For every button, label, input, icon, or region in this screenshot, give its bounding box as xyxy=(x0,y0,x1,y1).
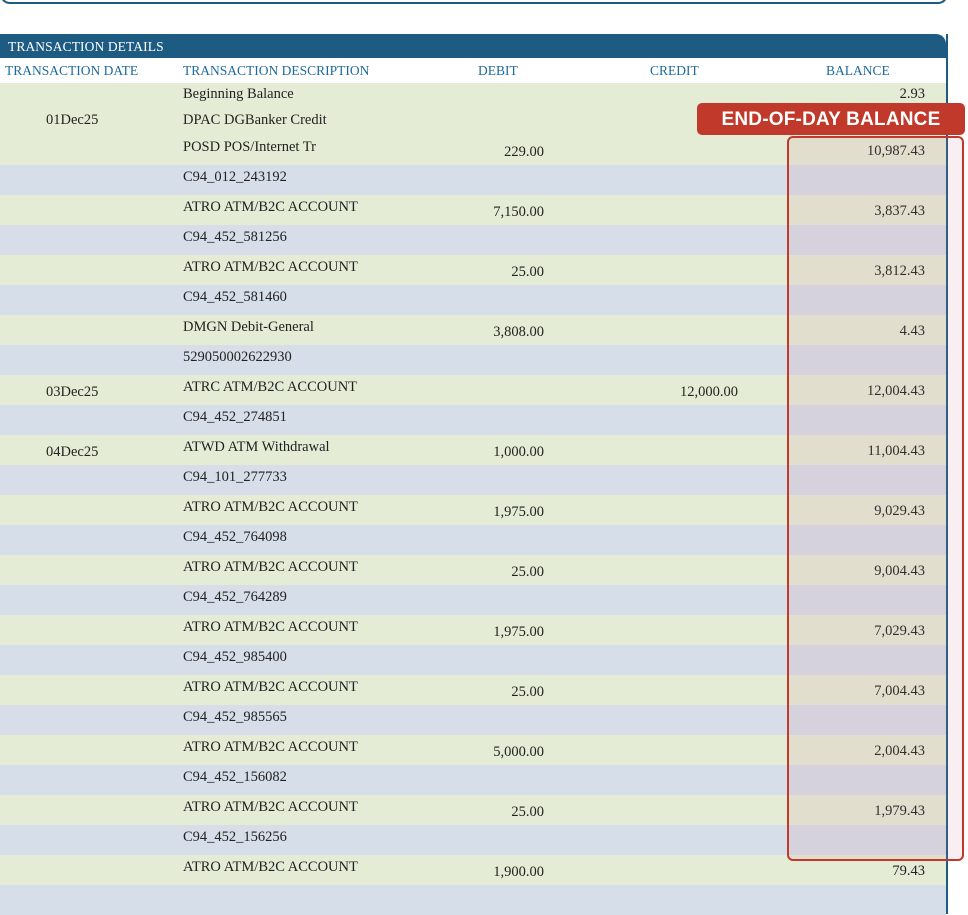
row-date: 01Dec25 xyxy=(46,112,99,128)
row-debit: 1,000.00 xyxy=(493,444,544,460)
row-debit: 25.00 xyxy=(511,264,544,280)
row-debit: 1,975.00 xyxy=(493,504,544,520)
row-description: C94_452_156256 xyxy=(183,829,287,845)
end-of-day-balance-label: END-OF-DAY BALANCE xyxy=(697,103,965,135)
section-title: TRANSACTION DETAILS xyxy=(0,34,946,58)
row-description: DMGN Debit-General xyxy=(183,319,314,335)
row-description: ATRO ATM/B2C ACCOUNT xyxy=(183,199,358,215)
row-description: C94_452_156082 xyxy=(183,769,287,785)
row-debit: 3,808.00 xyxy=(493,324,544,340)
column-header-debit: DEBIT xyxy=(478,63,518,78)
row-date: 04Dec25 xyxy=(46,444,99,460)
column-header-description: TRANSACTION DESCRIPTION xyxy=(183,63,370,78)
row-description: DPAC DGBanker Credit xyxy=(183,112,327,128)
row-description: POSD POS/Internet Tr xyxy=(183,139,316,155)
row-description: C94_452_274851 xyxy=(183,409,287,425)
row-description: Beginning Balance xyxy=(183,86,294,102)
row-description: C94_452_764098 xyxy=(183,529,287,545)
row-description: C94_452_985400 xyxy=(183,649,287,665)
row-description: 529050002622930 xyxy=(183,349,292,365)
row-balance: 79.43 xyxy=(892,863,925,879)
row-description: ATRC ATM/B2C ACCOUNT xyxy=(183,379,358,395)
row-description: ATRO ATM/B2C ACCOUNT xyxy=(183,259,358,275)
table-row: Beginning Balance 2.93 xyxy=(0,83,946,105)
row-credit: 12,000.00 xyxy=(680,384,738,400)
row-description: ATRO ATM/B2C ACCOUNT xyxy=(183,679,358,695)
column-header-balance: BALANCE xyxy=(826,63,890,78)
row-debit: 1,975.00 xyxy=(493,624,544,640)
row-debit: 1,900.00 xyxy=(493,864,544,880)
row-description: ATRO ATM/B2C ACCOUNT xyxy=(183,619,358,635)
column-header-credit: CREDIT xyxy=(650,63,699,78)
row-description: ATRO ATM/B2C ACCOUNT xyxy=(183,799,358,815)
column-header-date: TRANSACTION DATE xyxy=(5,63,139,78)
row-description: C94_012_243192 xyxy=(183,169,287,185)
column-headers: TRANSACTION DATE TRANSACTION DESCRIPTION… xyxy=(0,58,946,83)
row-description: ATWD ATM Withdrawal xyxy=(183,439,330,455)
row-description: C94_452_985565 xyxy=(183,709,287,725)
row-description: C94_452_581256 xyxy=(183,229,287,245)
previous-section-box xyxy=(0,0,948,4)
row-description: ATRO ATM/B2C ACCOUNT xyxy=(183,859,358,875)
row-balance: 2.93 xyxy=(899,86,925,102)
row-description: C94_452_764289 xyxy=(183,589,287,605)
row-debit: 5,000.00 xyxy=(493,744,544,760)
row-debit: 229.00 xyxy=(504,144,544,160)
row-description: C94_101_277733 xyxy=(183,469,287,485)
row-description: ATRO ATM/B2C ACCOUNT xyxy=(183,559,358,575)
row-debit: 25.00 xyxy=(511,564,544,580)
row-date: 03Dec25 xyxy=(46,384,99,400)
row-description: ATRO ATM/B2C ACCOUNT xyxy=(183,739,358,755)
row-description: C94_452_581460 xyxy=(183,289,287,305)
row-debit: 25.00 xyxy=(511,684,544,700)
end-of-day-balance-highlight xyxy=(787,136,964,861)
table-row xyxy=(0,885,946,915)
row-debit: 7,150.00 xyxy=(493,204,544,220)
row-description: ATRO ATM/B2C ACCOUNT xyxy=(183,499,358,515)
row-debit: 25.00 xyxy=(511,804,544,820)
